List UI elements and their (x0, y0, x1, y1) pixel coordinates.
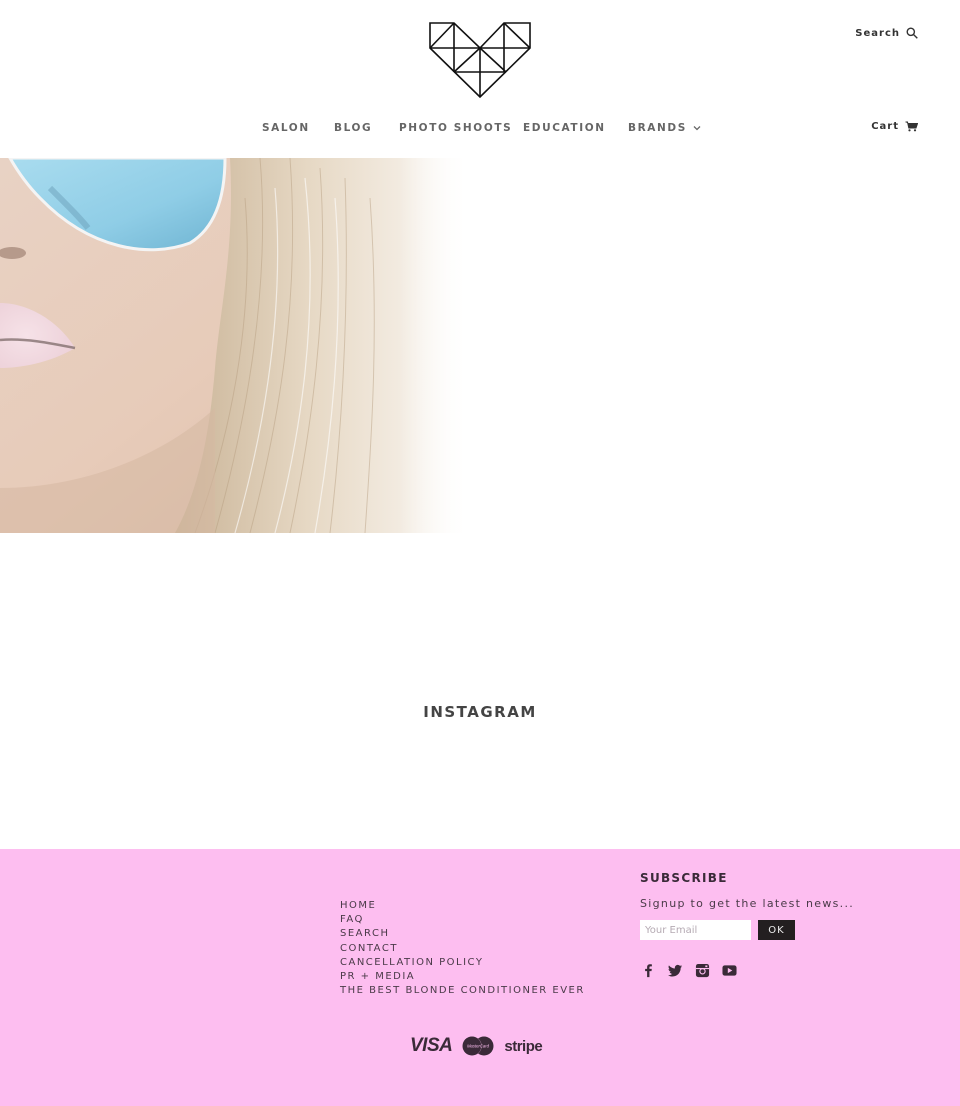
search-icon (906, 27, 918, 39)
site-footer: HOME FAQ SEARCH CONTACT CANCELLATION POL… (0, 849, 960, 1106)
facebook-link[interactable] (640, 962, 656, 978)
subscribe-ok-button[interactable]: OK (758, 920, 795, 940)
instagram-icon (695, 963, 709, 977)
main-nav: SALON BLOG PHOTO SHOOTS EDUCATION BRANDS (0, 122, 960, 136)
site-header: Search SALON BLOG PHOTO SHOOTS EDUCATION… (0, 0, 960, 158)
youtube-link[interactable] (721, 962, 737, 978)
header-search-link[interactable]: Search (855, 27, 918, 39)
subscribe-text: Signup to get the latest news... (640, 897, 855, 910)
nav-label: BLOG (334, 122, 373, 134)
visa-logo: VISA (410, 1035, 453, 1056)
header-cart-link[interactable]: Cart (871, 121, 918, 132)
nav-item-education[interactable]: EDUCATION (523, 122, 606, 134)
footer-link-search[interactable]: SEARCH (340, 927, 585, 941)
chevron-down-icon (693, 126, 701, 131)
hero-photo-woman-sunglasses (0, 158, 470, 533)
youtube-icon (721, 964, 737, 976)
twitter-link[interactable] (667, 962, 683, 978)
stripe-logo: stripe (504, 1037, 543, 1055)
nav-label: PHOTO SHOOTS (399, 122, 513, 134)
mastercard-icon: MasterCard (462, 1036, 494, 1056)
nav-label: EDUCATION (523, 122, 606, 134)
instagram-link[interactable] (694, 962, 710, 978)
nav-label: BRANDS (628, 122, 687, 134)
social-links (640, 962, 940, 978)
geometric-heart-logo[interactable] (428, 21, 532, 99)
nav-item-brands[interactable]: BRANDS (628, 122, 701, 134)
nav-item-blog[interactable]: BLOG (334, 122, 372, 134)
footer-link-home[interactable]: HOME (340, 899, 585, 913)
hero-image (0, 158, 470, 533)
nav-label: SALON (262, 122, 310, 134)
footer-link-pr-media[interactable]: PR + MEDIA (340, 970, 585, 984)
payment-methods: VISA MasterCard stripe (410, 1035, 543, 1057)
subscribe-title: SUBSCRIBE (640, 871, 728, 885)
nav-item-salon[interactable]: SALON (262, 122, 310, 134)
email-input[interactable] (640, 920, 751, 940)
subscribe-form: OK (640, 920, 940, 940)
mastercard-text: MasterCard (467, 1044, 490, 1049)
footer-links: HOME FAQ SEARCH CONTACT CANCELLATION POL… (340, 899, 585, 998)
footer-link-contact[interactable]: CONTACT (340, 942, 585, 956)
search-label: Search (855, 27, 900, 39)
twitter-icon (667, 964, 682, 976)
facebook-icon (644, 963, 652, 977)
footer-link-blonde-conditioner[interactable]: THE BEST BLONDE CONDITIONER EVER (340, 984, 585, 998)
nav-item-photo-shoots[interactable]: PHOTO SHOOTS (399, 122, 512, 134)
shopping-cart-icon (905, 121, 918, 132)
cart-label: Cart (871, 121, 899, 132)
subscribe-section: SUBSCRIBE Signup to get the latest news.… (640, 871, 940, 978)
instagram-section-title: INSTAGRAM (423, 703, 537, 721)
footer-link-faq[interactable]: FAQ (340, 913, 585, 927)
footer-link-cancellation-policy[interactable]: CANCELLATION POLICY (340, 956, 585, 970)
